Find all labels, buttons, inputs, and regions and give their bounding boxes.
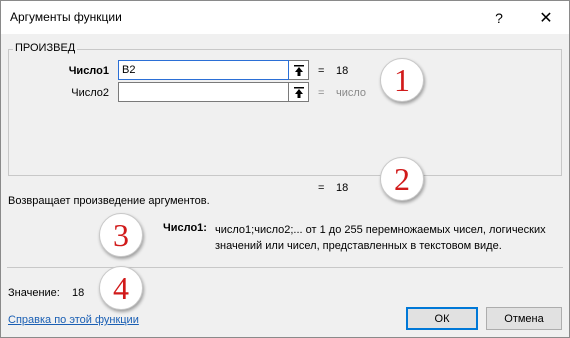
arg1-equals: = <box>318 65 325 77</box>
value-label: Значение: <box>8 287 60 299</box>
arg2-label: Число2 <box>71 87 109 99</box>
arg-help-text: число1;число2;... от 1 до 255 перемножае… <box>215 224 546 252</box>
callout-3: 3 <box>99 213 143 257</box>
question-icon: ? <box>495 9 503 26</box>
arg2-equals: = <box>318 87 325 99</box>
callout-2: 2 <box>380 157 424 201</box>
function-description: Возвращает произведение аргументов. <box>8 195 210 207</box>
function-name: ПРОИЗВЕД <box>13 42 78 54</box>
formula-result: 18 <box>336 182 349 194</box>
close-icon: ✕ <box>539 9 553 27</box>
arg1-input[interactable] <box>118 60 289 80</box>
formula-equals: = <box>318 182 325 194</box>
callout-4: 4 <box>99 266 143 310</box>
arg2-result: число <box>336 87 367 99</box>
callout-1: 1 <box>380 58 424 102</box>
arg1-label: Число1 <box>68 65 109 77</box>
function-help-link[interactable]: Справка по этой функции <box>8 314 139 326</box>
arg1-result: 18 <box>336 65 349 77</box>
collapse-arrow-icon <box>293 64 304 76</box>
title-bar: Аргументы функции ? ✕ <box>1 1 569 34</box>
divider <box>7 267 563 268</box>
arg2-ref-button[interactable] <box>289 82 309 102</box>
arg1-ref-button[interactable] <box>289 60 309 80</box>
arg2-input[interactable] <box>118 82 289 102</box>
collapse-arrow-icon <box>293 86 304 98</box>
arg-help-label: Число1: <box>163 222 207 234</box>
window-title: Аргументы функции <box>10 10 122 24</box>
help-button[interactable]: ? <box>476 1 522 34</box>
close-button[interactable]: ✕ <box>523 1 569 34</box>
function-arguments-dialog: Аргументы функции ? ✕ ПРОИЗВЕД Число1 = … <box>0 0 570 338</box>
ok-button[interactable]: ОК <box>406 307 478 330</box>
value-number: 18 <box>72 287 85 299</box>
cancel-button[interactable]: Отмена <box>486 307 562 330</box>
